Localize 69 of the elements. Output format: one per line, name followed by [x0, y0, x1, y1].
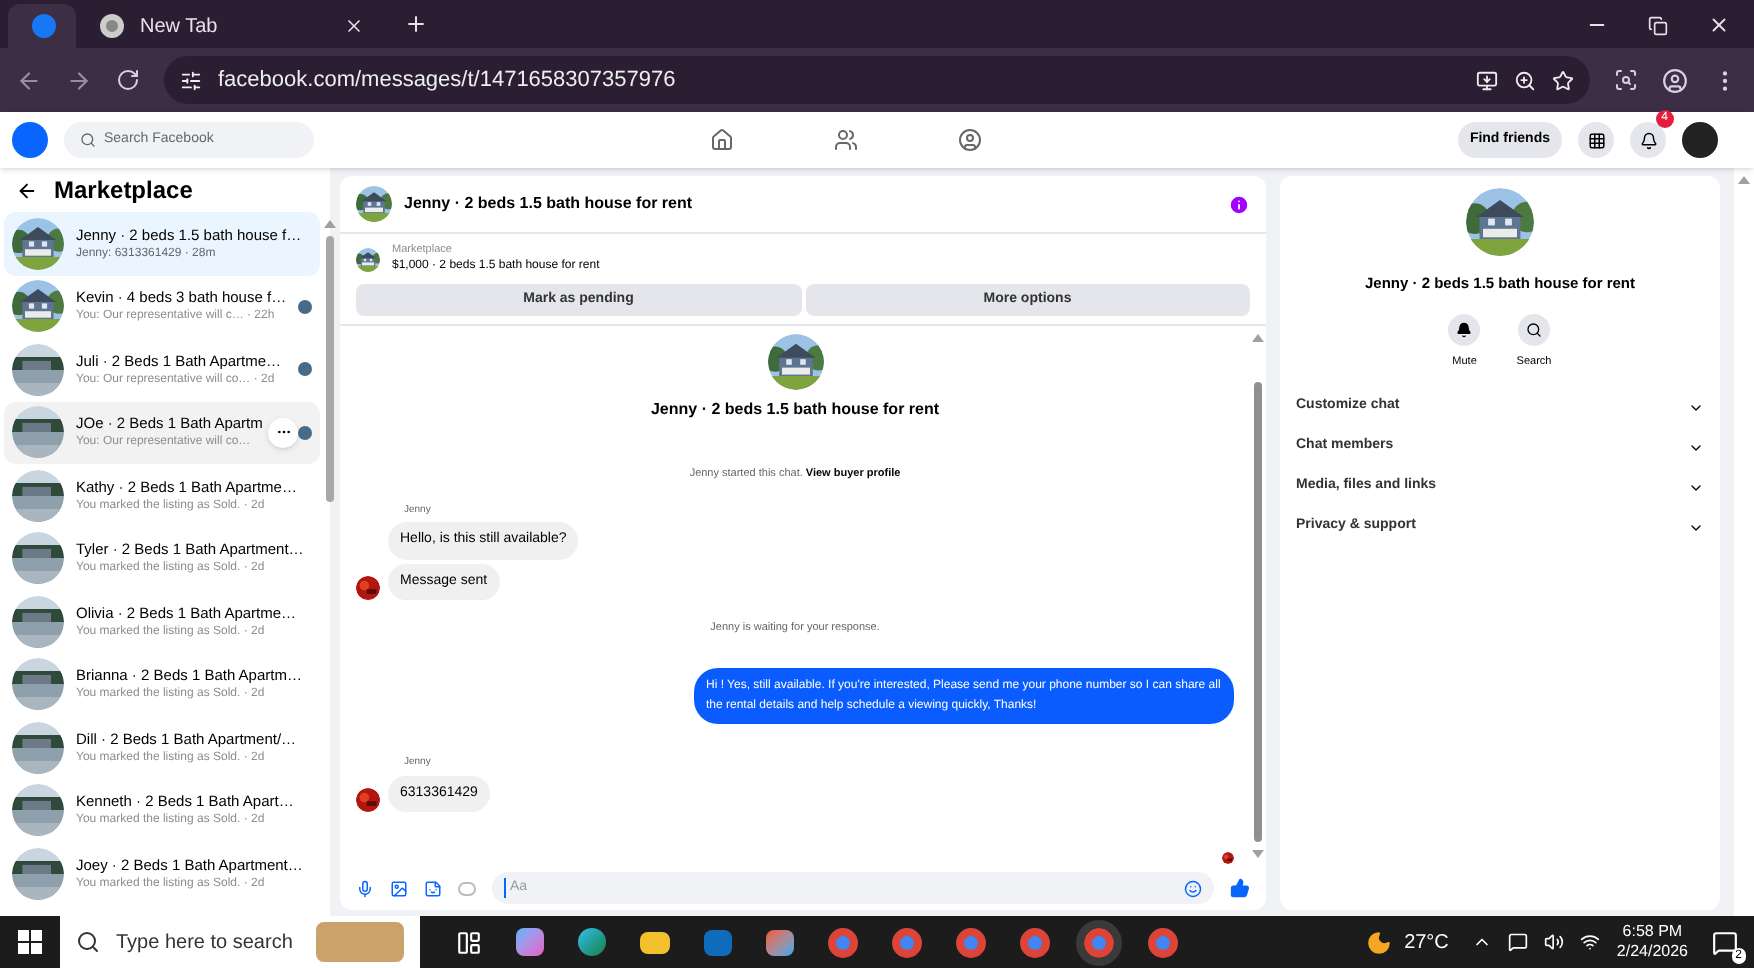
network-icon[interactable]	[1580, 932, 1601, 952]
facebook-logo-icon[interactable]	[12, 122, 48, 158]
zoom-icon[interactable]	[1514, 69, 1536, 91]
store-icon[interactable]	[766, 929, 794, 955]
chat-intro-title: Jenny · 2 beds 1.5 bath house for rent	[650, 398, 940, 423]
emoji-icon[interactable]	[1184, 879, 1202, 897]
tab-title: New Tab	[140, 13, 220, 41]
mute-button[interactable]	[1448, 314, 1481, 347]
taskbar-search-field[interactable]: Type here to search	[60, 916, 420, 968]
browser-icon[interactable]	[828, 927, 858, 957]
browser-tab[interactable]	[8, 4, 76, 48]
copilot-icon[interactable]	[516, 928, 544, 956]
info-icon[interactable]	[1228, 193, 1250, 215]
photo-icon[interactable]	[390, 879, 408, 897]
microphone-icon[interactable]	[356, 879, 374, 897]
windows-logo-icon[interactable]	[18, 930, 42, 954]
scrollbar-thumb[interactable]	[326, 236, 335, 502]
profile-icon[interactable]	[957, 128, 982, 152]
volume-icon[interactable]	[1544, 932, 1565, 952]
chat-title: Jenny · 2 beds 1.5 bath house for rent	[404, 192, 695, 216]
browser-icon[interactable]	[956, 927, 986, 957]
notifications-button[interactable]	[1630, 122, 1666, 158]
scroll-down-icon[interactable]	[1252, 850, 1264, 858]
url-text: facebook.com/messages/t/1471658307357976	[218, 65, 678, 96]
weather-icon[interactable]	[1366, 929, 1393, 955]
scrollbar-thumb[interactable]	[1254, 382, 1262, 842]
grid-icon	[1587, 131, 1605, 149]
lens-icon[interactable]	[1614, 68, 1638, 92]
like-icon[interactable]	[1230, 878, 1250, 898]
scroll-up-icon[interactable]	[1252, 334, 1264, 343]
browser-logo-icon	[100, 14, 124, 38]
search-button[interactable]	[1518, 314, 1550, 347]
browser-icon[interactable]	[1020, 927, 1050, 957]
search-icon	[80, 132, 96, 148]
search-icon	[1526, 322, 1542, 339]
scroll-up-icon[interactable]	[1738, 176, 1750, 184]
folder-icon[interactable]	[640, 931, 670, 953]
temperature: 27°C	[1404, 929, 1449, 957]
address-bar[interactable]: facebook.com/messages/t/1471658307357976	[164, 56, 1590, 104]
close-icon[interactable]	[344, 16, 364, 36]
close-icon[interactable]	[1708, 14, 1730, 36]
reload-icon[interactable]	[116, 68, 140, 92]
install-icon[interactable]	[1476, 69, 1498, 91]
friends-icon[interactable]	[833, 128, 858, 152]
account-avatar[interactable]	[1682, 122, 1718, 158]
browser-icon[interactable]	[892, 927, 922, 957]
clock-time: 6:58 PM	[1622, 922, 1683, 942]
home-icon[interactable]	[709, 128, 734, 152]
sidebar-title: Marketplace	[54, 174, 193, 208]
edge-icon[interactable]	[578, 928, 606, 956]
menu-button[interactable]	[1578, 122, 1614, 158]
clock-date: 2/24/2026	[1616, 942, 1688, 962]
browser-icon[interactable]	[1148, 927, 1178, 957]
back-icon[interactable]	[16, 179, 38, 201]
browser-tab[interactable]: New Tab	[76, 4, 388, 48]
restore-icon[interactable]	[1648, 15, 1668, 35]
facebook-logo-icon	[32, 14, 56, 38]
bell-icon	[1639, 131, 1657, 149]
new-tab-icon[interactable]	[404, 12, 428, 36]
more-button[interactable]	[268, 417, 299, 448]
mail-icon[interactable]	[704, 929, 732, 955]
task-view-icon[interactable]	[456, 929, 482, 955]
device-icon[interactable]	[1508, 932, 1529, 952]
site-settings-icon[interactable]	[180, 69, 202, 91]
bookmark-icon[interactable]	[1552, 69, 1574, 91]
forward-icon[interactable]	[66, 67, 92, 93]
sticker-icon[interactable]	[424, 879, 442, 897]
search-icon	[76, 930, 100, 954]
bell-icon	[1456, 322, 1473, 339]
